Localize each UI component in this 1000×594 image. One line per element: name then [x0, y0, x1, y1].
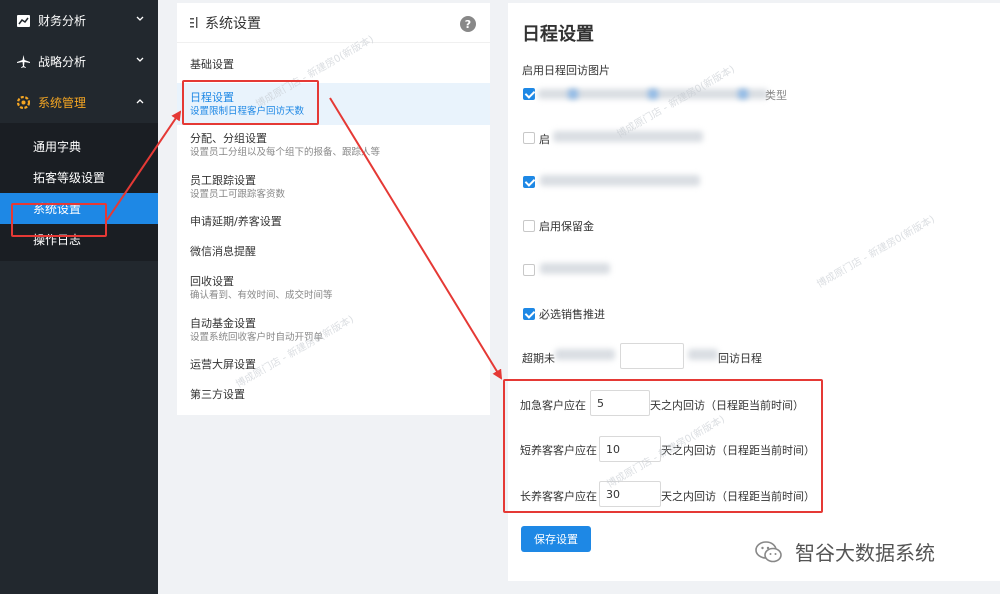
settings-item-title: 微信消息提醒	[190, 245, 256, 258]
chevron-up-icon	[136, 99, 144, 104]
option-text-partial: 启	[539, 133, 550, 146]
option-text-partial: 类型	[765, 89, 787, 102]
settings-item-extension[interactable]: 申请延期/养客设置	[177, 215, 490, 229]
settings-item-allocation[interactable]: 分配、分组设置 设置员工分组以及每个组下的报备、跟踪人等	[177, 132, 490, 159]
sidebar-item-label: 通用字典	[33, 140, 82, 154]
overdue-suffix: 回访日程	[718, 352, 762, 365]
system-submenu: 通用字典 拓客等级设置 系统设置 操作日志	[0, 123, 158, 261]
settings-menu-panel: 系统设置 ? 基础设置 日程设置 设置限制日程客户回访天数 分配、分组设置 设置…	[177, 3, 490, 415]
settings-item-staff-tracking[interactable]: 员工跟踪设置 设置员工可跟踪客资数	[177, 174, 490, 201]
annotation-box-system-settings	[11, 203, 107, 237]
menu-group-strategy[interactable]: 战略分析	[0, 41, 158, 82]
menu-group-label: 财务分析	[38, 14, 87, 28]
watermark-text: 博成原门店 - 新建房0(新版本)	[815, 213, 937, 291]
redacted-text	[648, 89, 658, 99]
settings-item-title: 员工跟踪设置	[190, 174, 256, 187]
checkbox-sales-push[interactable]	[523, 308, 535, 320]
settings-item-title: 分配、分组设置	[190, 132, 267, 145]
panel-title: 系统设置	[177, 3, 490, 43]
menu-group-label: 战略分析	[38, 55, 87, 69]
settings-item-title: 第三方设置	[190, 388, 245, 401]
checkbox-option-1[interactable]	[523, 88, 535, 100]
redacted-text	[688, 349, 718, 360]
settings-item-desc: 确认看到、有效时间、成交时间等	[190, 290, 333, 301]
settings-item-title: 回收设置	[190, 275, 234, 288]
annotation-box-visit-days	[503, 379, 823, 513]
settings-item-desc: 设置员工分组以及每个组下的报备、跟踪人等	[190, 147, 381, 158]
chart-icon	[16, 14, 30, 28]
settings-icon	[16, 96, 30, 110]
chevron-down-icon	[136, 57, 144, 62]
settings-item-wechat[interactable]: 微信消息提醒	[177, 245, 490, 259]
checkbox-option-2[interactable]	[523, 132, 535, 144]
menu-group-finance[interactable]: 财务分析	[0, 0, 158, 41]
overdue-days-input[interactable]	[620, 343, 684, 369]
overdue-prefix: 超期未	[522, 352, 555, 365]
enable-image-label: 启用日程回访图片	[522, 64, 610, 77]
sidebar-item-label: 拓客等级设置	[33, 171, 106, 185]
menu-group-system[interactable]: 系统管理	[0, 82, 158, 123]
sidebar: 财务分析 战略分析 系统管理 通用字典 拓客等级设置 系统设置 操作日志	[0, 0, 158, 594]
page-title: 日程设置	[522, 24, 594, 45]
checkbox-option-3[interactable]	[523, 176, 535, 188]
panel-title-text: 系统设置	[205, 15, 261, 32]
settings-item-recycle[interactable]: 回收设置 确认看到、有效时间、成交时间等	[177, 275, 490, 302]
watermark-text: 博成原门店 - 新建房0(新版本)	[615, 63, 737, 141]
redacted-text	[568, 89, 578, 99]
redacted-text	[540, 263, 610, 274]
annotation-box-schedule	[182, 80, 319, 125]
settings-item-dashboard[interactable]: 运营大屏设置	[177, 358, 490, 372]
redacted-text	[738, 89, 748, 99]
menu-group-label: 系统管理	[38, 96, 87, 110]
chevron-down-icon	[136, 16, 144, 21]
settings-item-third-party[interactable]: 第三方设置	[177, 388, 490, 402]
checkbox-deposit[interactable]	[523, 220, 535, 232]
settings-item-desc: 设置员工可跟踪客资数	[190, 189, 286, 200]
redacted-text	[540, 175, 700, 186]
wechat-icon	[755, 540, 782, 562]
redacted-text	[555, 349, 615, 360]
plane-icon	[16, 55, 30, 69]
sidebar-item-dictionary[interactable]: 通用字典	[0, 131, 158, 162]
sidebar-item-customer-level[interactable]: 拓客等级设置	[0, 162, 158, 193]
brand-watermark: 智谷大数据系统	[755, 537, 935, 566]
settings-item-desc: 设置系统回收客户时自动开罚单	[190, 332, 324, 343]
help-icon[interactable]: ?	[460, 16, 476, 32]
sales-push-label: 必选销售推进	[539, 308, 605, 321]
settings-item-title: 运营大屏设置	[190, 358, 256, 371]
brand-text: 智谷大数据系统	[795, 541, 935, 565]
checkbox-option-5[interactable]	[523, 264, 535, 276]
save-settings-button[interactable]: 保存设置	[521, 526, 591, 552]
list-icon	[190, 17, 198, 28]
deposit-label: 启用保留金	[539, 220, 594, 233]
settings-item-title: 申请延期/养客设置	[190, 215, 282, 228]
